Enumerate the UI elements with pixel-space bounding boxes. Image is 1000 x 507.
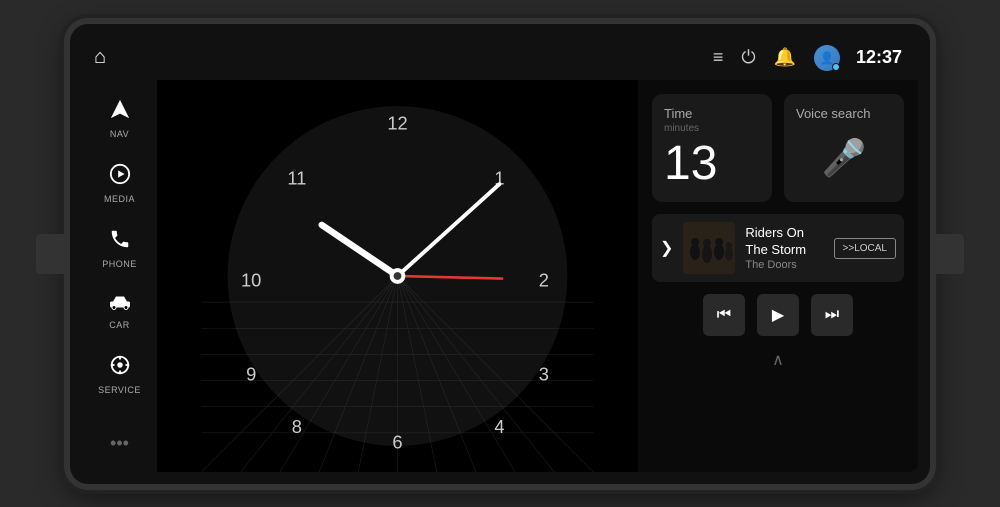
sidebar: NAV MEDIA: [82, 80, 157, 472]
media-icon: [109, 163, 131, 191]
sidebar-item-nav[interactable]: NAV: [87, 88, 152, 149]
expand-button[interactable]: ❯: [660, 238, 673, 258]
status-bar: ⌂ ≡ ⏻ 🔔 👤 12:37: [82, 36, 918, 80]
song-title: Riders On The Storm: [745, 225, 823, 259]
sidebar-item-label-nav: NAV: [110, 129, 129, 139]
bell-icon[interactable]: 🔔: [774, 47, 796, 68]
time-widget-value: 13: [664, 138, 760, 191]
clock-area: 12 1 2 3 4 6 8 9 10 11: [157, 80, 638, 472]
microphone-icon[interactable]: 🎤: [822, 137, 867, 179]
bracket-left: [36, 234, 64, 274]
digital-clock: 12:37: [856, 47, 906, 68]
car-unit: ⌂ ≡ ⏻ 🔔 👤 12:37: [70, 24, 930, 484]
avatar[interactable]: 👤: [814, 45, 840, 71]
top-icons: ≡ ⏻ 🔔 👤: [713, 45, 840, 71]
main-content: NAV MEDIA: [82, 80, 918, 472]
voice-widget-title: Voice search: [796, 106, 870, 121]
prev-button[interactable]: ⏮: [703, 294, 745, 336]
local-button[interactable]: >>LOCAL: [834, 238, 896, 259]
svg-text:10: 10: [241, 269, 261, 290]
sidebar-item-car[interactable]: CAR: [87, 283, 152, 340]
nav-icon: [109, 98, 131, 126]
player-controls: ⏮ ▶ ⏭: [652, 294, 904, 336]
svg-text:6: 6: [392, 431, 402, 452]
album-art: [683, 222, 735, 274]
time-widget-title: Time: [664, 106, 760, 121]
phone-icon: [109, 228, 131, 256]
voice-widget[interactable]: Voice search 🎤: [784, 94, 904, 203]
time-widget-subtitle: minutes: [664, 123, 760, 134]
svg-text:12: 12: [387, 112, 407, 133]
screen: ⌂ ≡ ⏻ 🔔 👤 12:37: [82, 36, 918, 472]
svg-text:8: 8: [292, 415, 302, 436]
analog-clock: 12 1 2 3 4 6 8 9 10 11: [157, 80, 638, 472]
next-button[interactable]: ⏭: [811, 294, 853, 336]
car-icon: [108, 293, 132, 317]
widgets-row: Time minutes 13 Voice search 🎤: [652, 94, 904, 203]
chevron-down-row[interactable]: ∧: [652, 348, 904, 372]
sidebar-item-label-service: SERVICE: [98, 385, 141, 395]
song-artist: The Doors: [745, 259, 823, 271]
sidebar-item-media[interactable]: MEDIA: [87, 153, 152, 214]
service-icon: [109, 354, 131, 382]
music-info-row: ❯: [652, 214, 904, 282]
music-text: Riders On The Storm The Doors: [745, 225, 823, 271]
chevron-down-icon: ∧: [772, 350, 784, 370]
avatar-dot: [832, 63, 840, 71]
home-icon[interactable]: ⌂: [94, 46, 106, 69]
svg-text:4: 4: [494, 415, 504, 436]
svg-text:2: 2: [539, 269, 549, 290]
sidebar-item-service[interactable]: SERVICE: [87, 344, 152, 405]
right-panel: Time minutes 13 Voice search 🎤 ❯: [638, 80, 918, 472]
sidebar-item-label-phone: PHONE: [102, 259, 137, 269]
svg-text:3: 3: [539, 363, 549, 384]
time-widget: Time minutes 13: [652, 94, 772, 203]
sidebar-item-phone[interactable]: PHONE: [87, 218, 152, 279]
more-button[interactable]: •••: [100, 423, 139, 464]
svg-text:9: 9: [246, 363, 256, 384]
menu-icon[interactable]: ≡: [713, 47, 724, 68]
sidebar-item-label-car: CAR: [109, 320, 130, 330]
svg-text:11: 11: [287, 167, 306, 188]
sidebar-item-label-media: MEDIA: [104, 194, 135, 204]
bracket-right: [936, 234, 964, 274]
play-button[interactable]: ▶: [757, 294, 799, 336]
power-icon[interactable]: ⏻: [741, 47, 755, 68]
